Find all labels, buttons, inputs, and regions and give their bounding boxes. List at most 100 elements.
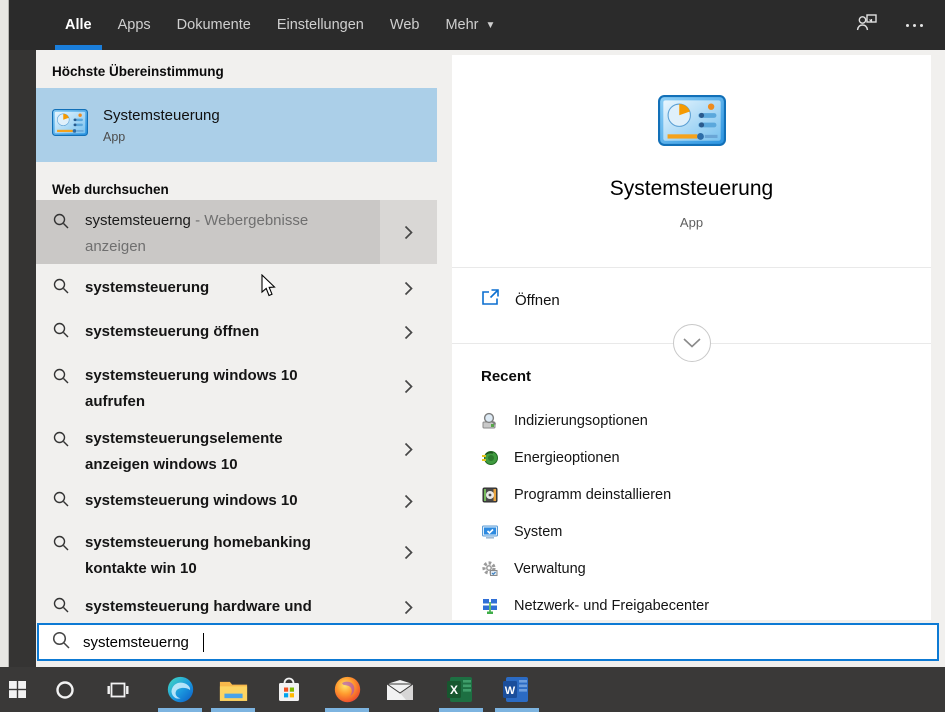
start-button[interactable]	[0, 667, 40, 712]
chevron-right-icon[interactable]	[380, 200, 437, 264]
feedback-icon[interactable]	[856, 13, 878, 38]
chevron-right-icon[interactable]	[380, 418, 437, 480]
recent-item-system[interactable]: System	[481, 513, 915, 550]
web-suggestion-row[interactable]: systemsteuerung	[36, 268, 437, 308]
open-action[interactable]: Öffnen	[481, 288, 560, 312]
desktop-edge	[0, 0, 9, 667]
search-filter-tabs: Alle Apps Dokumente Einstellungen Web Me…	[52, 0, 508, 50]
search-icon	[53, 597, 69, 618]
running-indicator	[439, 708, 483, 712]
text-caret	[203, 633, 205, 652]
web-suggestion-row[interactable]: systemsteuerung homebanking kontakte win…	[36, 522, 437, 582]
web-suggestion-row[interactable]: systemsteuerung windows 10 aufrufen	[36, 355, 437, 417]
running-indicator	[211, 708, 255, 712]
expand-results-button[interactable]	[673, 324, 711, 362]
recent-header: Recent	[481, 368, 531, 385]
running-indicator	[495, 708, 539, 712]
web-suggestion-row[interactable]: systemsteuerung öffnen	[36, 312, 437, 352]
chevron-right-icon[interactable]	[380, 588, 437, 626]
search-icon	[53, 322, 69, 343]
tab-web[interactable]: Web	[377, 0, 433, 50]
search-icon	[53, 491, 69, 512]
recent-item-indizierungsoptionen[interactable]: Indizierungsoptionen	[481, 402, 915, 439]
chevron-right-icon[interactable]	[380, 522, 437, 582]
task-view-icon	[107, 681, 129, 699]
control-panel-icon	[658, 95, 726, 151]
search-header-bar: Alle Apps Dokumente Einstellungen Web Me…	[9, 0, 945, 50]
indexing-options-icon	[481, 412, 499, 430]
web-suggestion-row[interactable]: systemsteuerungselemente anzeigen window…	[36, 418, 437, 480]
web-search-header: Web durchsuchen	[52, 182, 169, 197]
tab-einstellungen[interactable]: Einstellungen	[264, 0, 377, 50]
task-view-button[interactable]	[95, 667, 141, 712]
best-match-subtitle: App	[103, 130, 220, 144]
cortana-button[interactable]	[42, 667, 88, 712]
best-match-item[interactable]: Systemsteuerung App	[36, 88, 437, 162]
search-input[interactable]: systemsteuerng	[37, 623, 939, 661]
best-match-title: Systemsteuerung	[103, 107, 220, 124]
uninstall-program-icon	[481, 486, 499, 504]
tab-alle[interactable]: Alle	[52, 0, 105, 50]
excel-icon: X	[447, 676, 475, 703]
recent-item-energieoptionen[interactable]: Energieoptionen	[481, 439, 915, 476]
cortana-icon	[55, 680, 75, 700]
chevron-right-icon[interactable]	[380, 312, 437, 352]
tab-apps[interactable]: Apps	[105, 0, 164, 50]
file-explorer-icon	[219, 678, 248, 702]
edge-button[interactable]	[157, 667, 203, 712]
open-label: Öffnen	[515, 292, 560, 309]
mail-icon	[386, 679, 414, 701]
recent-item-netzwerk-freigabecenter[interactable]: Netzwerk- und Freigabecenter	[481, 587, 915, 624]
mail-button[interactable]	[377, 667, 423, 712]
recent-item-programm-deinstallieren[interactable]: Programm deinstallieren	[481, 476, 915, 513]
chevron-right-icon[interactable]	[380, 355, 437, 417]
chevron-down-icon	[683, 338, 701, 348]
admin-tools-icon	[481, 560, 499, 578]
svg-text:W: W	[505, 685, 516, 697]
recent-list: Indizierungsoptionen Energieoptionen Pro…	[481, 402, 915, 624]
search-icon	[53, 278, 69, 299]
search-icon	[52, 631, 70, 654]
firefox-button[interactable]	[324, 667, 370, 712]
suggestion-query: systemsteuerng	[85, 212, 191, 229]
network-sharing-icon	[481, 597, 499, 615]
search-query-text: systemsteuerng	[83, 634, 189, 651]
search-icon	[53, 368, 69, 389]
windows-search-flyout: Alle Apps Dokumente Einstellungen Web Me…	[0, 0, 945, 712]
tab-dokumente[interactable]: Dokumente	[164, 0, 264, 50]
search-icon	[53, 535, 69, 556]
word-icon: W	[503, 676, 531, 703]
control-panel-icon	[52, 109, 88, 141]
chevron-down-icon: ▼	[486, 20, 496, 31]
recent-item-verwaltung[interactable]: Verwaltung	[481, 550, 915, 587]
running-indicator	[325, 708, 369, 712]
windows-logo-icon	[9, 681, 26, 698]
search-icon	[53, 213, 69, 234]
web-suggestion-row[interactable]: systemsteuerung hardware und	[36, 588, 437, 626]
more-options-icon[interactable]	[906, 24, 923, 27]
taskbar: X W	[0, 667, 945, 712]
web-suggestion-row[interactable]: systemsteuerung windows 10	[36, 482, 437, 520]
chevron-right-icon[interactable]	[380, 268, 437, 308]
store-icon	[276, 675, 302, 704]
power-options-icon	[481, 449, 499, 467]
preview-app-subtitle: App	[452, 215, 931, 230]
search-results-panel: Höchste Übereinstimmung	[36, 50, 437, 623]
excel-button[interactable]: X	[438, 667, 484, 712]
running-indicator	[158, 708, 202, 712]
edge-icon	[166, 675, 195, 704]
search-icon	[53, 431, 69, 452]
tab-mehr[interactable]: Mehr ▼	[432, 0, 508, 50]
word-button[interactable]: W	[494, 667, 540, 712]
preview-panel: Systemsteuerung App Öffnen Recent	[452, 55, 931, 620]
window-side-strip	[9, 0, 36, 667]
preview-app-title: Systemsteuerung	[452, 177, 931, 201]
file-explorer-button[interactable]	[210, 667, 256, 712]
firefox-icon	[333, 675, 362, 704]
store-button[interactable]	[266, 667, 312, 712]
chevron-right-icon[interactable]	[380, 482, 437, 520]
launch-icon	[481, 288, 500, 312]
web-suggestion-row[interactable]: systemsteuerng - Webergebnisse anzeigen	[36, 200, 437, 264]
system-icon	[481, 523, 499, 541]
mouse-cursor	[260, 274, 277, 303]
